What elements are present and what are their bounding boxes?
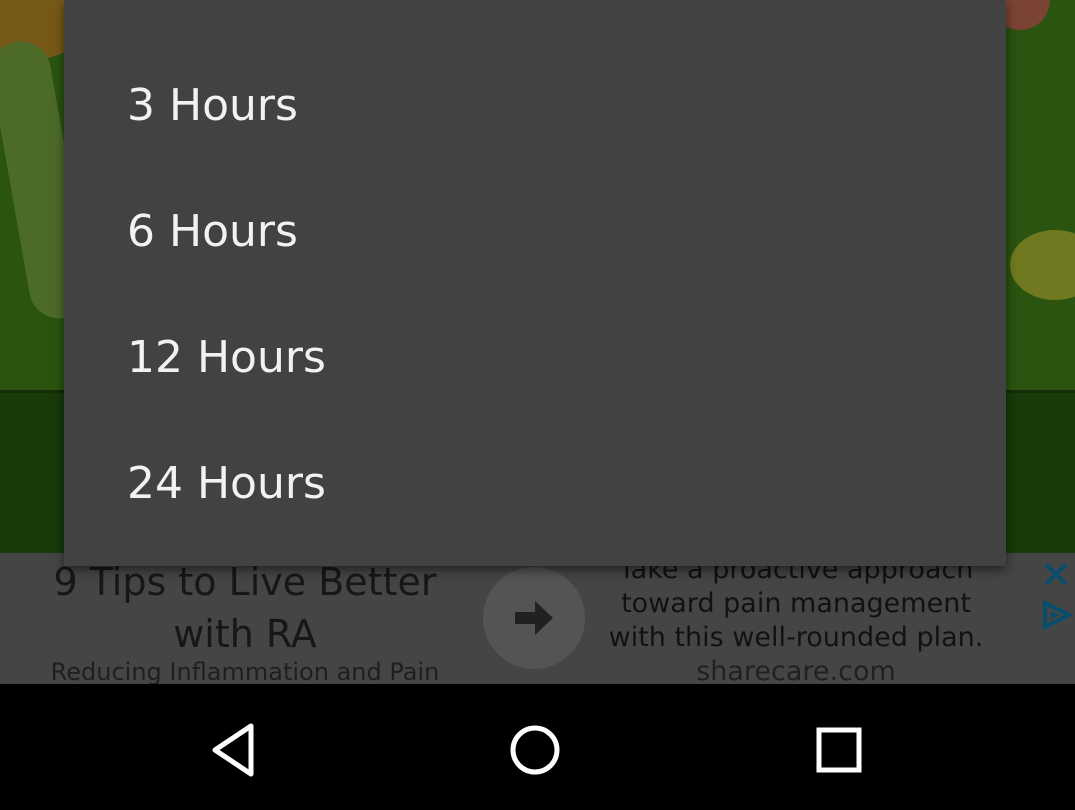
home-icon [510, 725, 560, 775]
home-button[interactable] [505, 720, 565, 780]
back-icon [212, 723, 254, 777]
option-12-hours[interactable]: 12 Hours [64, 294, 1006, 420]
recents-button[interactable] [809, 720, 869, 780]
option-24-hours[interactable]: 24 Hours [64, 420, 1006, 546]
option-6-hours[interactable]: 6 Hours [64, 168, 1006, 294]
navigation-bar [0, 684, 1075, 810]
option-3-hours[interactable]: 3 Hours [64, 42, 1006, 168]
option-1-hour[interactable]: 1 Hour [64, 0, 1006, 42]
back-button[interactable] [203, 720, 263, 780]
recents-icon [816, 727, 862, 773]
duration-dropdown-menu: 1 Hour 3 Hours 6 Hours 12 Hours 24 Hours [64, 0, 1006, 566]
